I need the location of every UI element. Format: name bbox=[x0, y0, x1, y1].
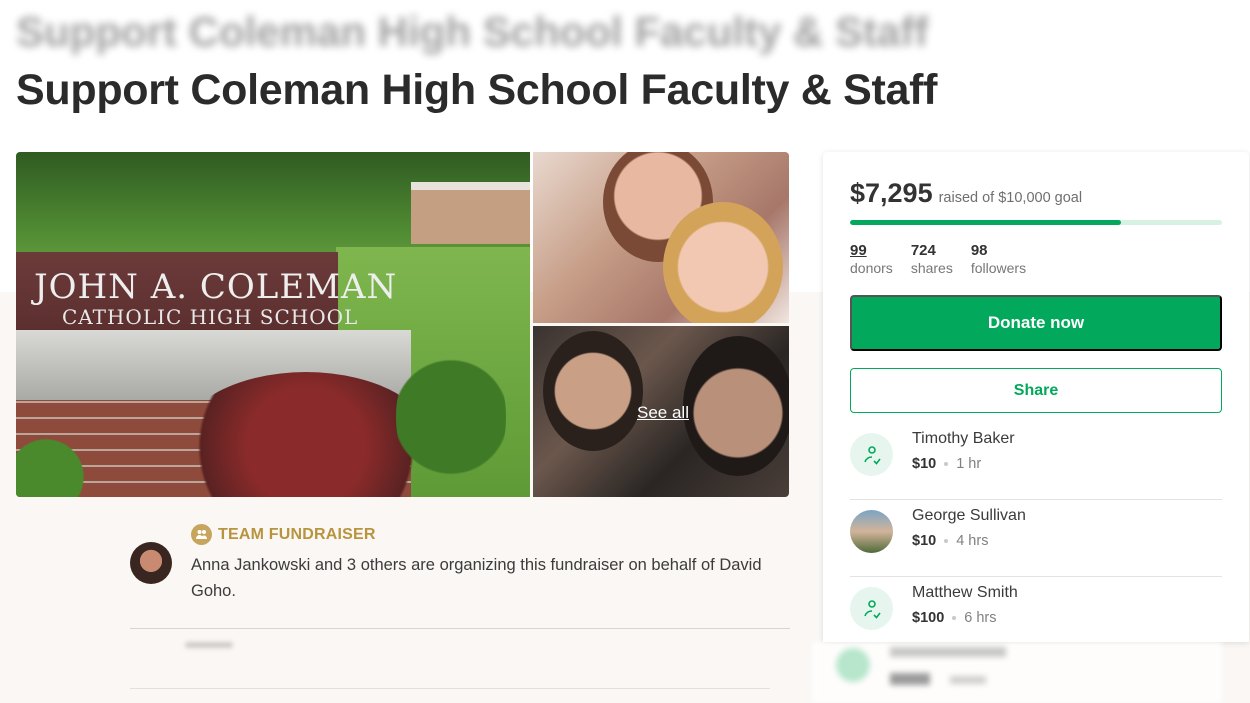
page-title: Support Coleman High School Faculty & St… bbox=[16, 66, 938, 114]
separator-dot bbox=[944, 539, 949, 543]
team-fundraiser-badge: TEAM FUNDRAISER bbox=[191, 524, 376, 545]
stat-followers: 98 followers bbox=[971, 242, 1026, 276]
blurred-ghost-donor bbox=[812, 642, 1222, 703]
donor-avatar bbox=[850, 510, 893, 553]
photo-couple[interactable]: See all bbox=[533, 326, 789, 497]
bush bbox=[396, 332, 506, 497]
stat-shares: 724 shares bbox=[911, 242, 953, 276]
stat-shares-count: 724 bbox=[910, 242, 936, 259]
donor-item: George Sullivan $10 4 hrs bbox=[850, 500, 1222, 577]
donor-meta: $10 4 hrs bbox=[912, 533, 988, 549]
main-photo[interactable]: JOHN A. COLEMAN CATHOLIC HIGH SCHOOL bbox=[16, 152, 530, 497]
donor-name: George Sullivan bbox=[912, 507, 1026, 524]
sign-line-1: JOHN A. COLEMAN bbox=[34, 267, 398, 307]
building bbox=[411, 182, 530, 244]
heart-hand-icon bbox=[850, 433, 893, 476]
sign-line-2: CATHOLIC HIGH SCHOOL bbox=[62, 305, 359, 329]
donor-time: 1 hr bbox=[956, 456, 982, 472]
see-all-link[interactable]: See all bbox=[637, 403, 689, 423]
stat-followers-count: 98 bbox=[970, 242, 988, 259]
organizer-avatar[interactable] bbox=[130, 542, 172, 584]
blurred-ghost-time bbox=[950, 676, 986, 684]
donor-amount: $10 bbox=[912, 533, 937, 549]
donor-meta: $10 1 hr bbox=[912, 456, 981, 472]
blurred-title-ghost: Support Coleman High School Faculty & St… bbox=[16, 8, 929, 55]
stat-shares-label: shares bbox=[910, 260, 953, 276]
raised-amount: $7,295 bbox=[850, 178, 933, 208]
donor-amount: $100 bbox=[912, 610, 945, 626]
stat-donors-count[interactable]: 99 bbox=[850, 242, 893, 259]
blurred-ghost-name bbox=[890, 647, 1006, 657]
donation-panel: $7,295 raised of $10,000 goal 99 donors … bbox=[823, 152, 1249, 642]
stat-donors[interactable]: 99 donors bbox=[850, 242, 893, 276]
blurred-ghost-divider bbox=[130, 688, 770, 689]
blurred-ghost-text bbox=[185, 642, 233, 648]
raised-summary: $7,295 raised of $10,000 goal bbox=[850, 178, 1082, 209]
heart-hand-icon bbox=[850, 587, 893, 630]
donor-name: Matthew Smith bbox=[912, 584, 1018, 601]
team-icon bbox=[191, 524, 212, 545]
face bbox=[663, 202, 783, 323]
team-fundraiser-label: TEAM FUNDRAISER bbox=[218, 525, 376, 543]
section-divider bbox=[130, 628, 790, 629]
organizer-description: Anna Jankowski and 3 others are organizi… bbox=[191, 556, 762, 600]
progress-fill bbox=[850, 220, 1122, 225]
face bbox=[543, 331, 643, 451]
stat-followers-label: followers bbox=[970, 260, 1027, 276]
donate-now-button[interactable]: Donate now bbox=[850, 295, 1222, 351]
donor-amount: $10 bbox=[912, 456, 937, 472]
separator-dot bbox=[944, 462, 949, 466]
blurred-ghost-amount bbox=[890, 673, 930, 685]
raised-goal-text: raised of $10,000 goal bbox=[938, 190, 1083, 206]
face bbox=[683, 336, 789, 476]
photo-two-women[interactable] bbox=[533, 152, 789, 323]
share-button[interactable]: Share bbox=[850, 368, 1222, 413]
donor-time: 4 hrs bbox=[956, 533, 989, 549]
stats-row: 99 donors 724 shares 98 followers bbox=[850, 242, 1026, 276]
donor-meta: $100 6 hrs bbox=[912, 610, 997, 626]
blurred-ghost-avatar bbox=[836, 648, 870, 682]
donor-name: Timothy Baker bbox=[912, 430, 1015, 447]
progress-bar bbox=[850, 220, 1222, 225]
donor-item: Timothy Baker $10 1 hr bbox=[850, 423, 1222, 500]
separator-dot bbox=[952, 616, 957, 620]
photo-gallery: JOHN A. COLEMAN CATHOLIC HIGH SCHOOL See… bbox=[16, 152, 789, 497]
stat-donors-label: donors bbox=[850, 260, 893, 276]
donor-time: 6 hrs bbox=[964, 610, 997, 626]
